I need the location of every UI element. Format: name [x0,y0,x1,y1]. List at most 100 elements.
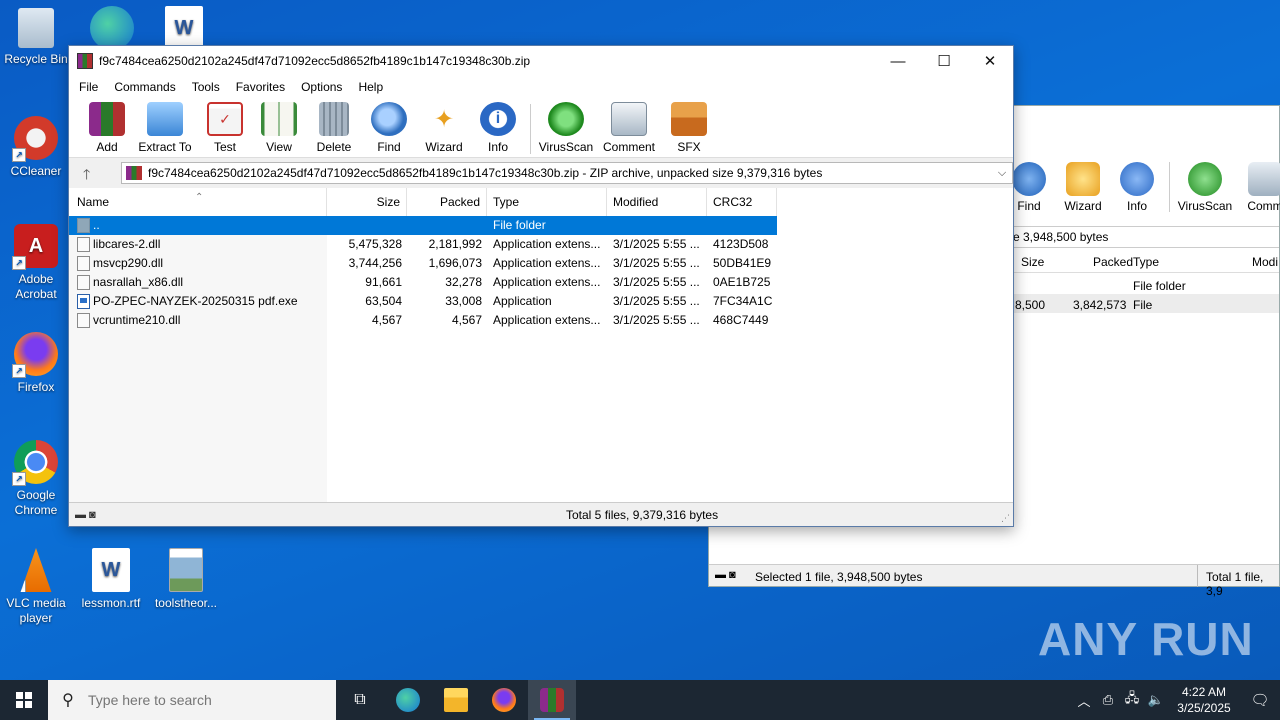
bg-toolbar-label: Find [1017,199,1041,213]
column-header: Name ⌃ Size Packed Type Modified CRC32 [69,188,1013,216]
cell-size: 91,661 [365,275,402,289]
col-crc32[interactable]: CRC32 [707,188,777,216]
extract-to-button[interactable]: Extract To [135,102,195,154]
toolbar-separator [530,104,531,154]
menu-commands[interactable]: Commands [106,80,183,94]
col-name[interactable]: Name ⌃ [69,188,327,216]
desktop-icon-label: lessmon.rtf [81,596,141,610]
archive-path-field[interactable]: f9c7484cea6250d2102a245df47d71092ecc5d86… [121,162,1013,184]
menu-file[interactable]: File [71,80,106,94]
edge-icon [90,6,134,50]
cell-packed: 1,696,073 [428,256,482,270]
cell-packed: 32,278 [445,275,482,289]
col-size[interactable]: Size [327,188,407,216]
maximize-button[interactable]: ☐ [921,46,967,76]
col-modified-label: Modified [613,195,659,209]
desktop-icon-lessmon-rtf[interactable]: W lessmon.rtf [75,548,147,611]
status-bar: ▬ ◙ Total 5 files, 9,379,316 bytes ⋰ [69,502,1013,526]
desktop-icon-ccleaner[interactable]: CCleaner [0,116,72,179]
col-modified[interactable]: Modified [607,188,707,216]
bg-col-modified[interactable]: Modi [1252,255,1278,269]
bg-virusscan-button[interactable]: VirusScan [1175,162,1235,213]
desktop-icon-adobe-acrobat[interactable]: A Adobe Acrobat [0,224,72,302]
desktop-icon-toolstheor[interactable]: toolstheor... [150,548,222,611]
folder-icon [77,218,90,233]
delete-button[interactable]: Delete [304,102,364,154]
desktop-icon-recycle-bin[interactable]: Recycle Bin [0,8,72,67]
desktop-icon-vlc[interactable]: VLC media player [0,548,72,626]
desktop-icon-label: VLC media player [6,596,66,625]
desktop-icon-label: Firefox [17,380,55,394]
cell-name: PO-ZPEC-NAYZEK-20250315 pdf.exe [93,294,298,308]
chevron-up-icon[interactable]: ︿ [1072,691,1096,710]
status-total: Total 5 files, 9,379,316 bytes [566,508,719,522]
winrar-window[interactable]: f9c7484cea6250d2102a245df47d71092ecc5d86… [68,45,1014,527]
menu-favorites[interactable]: Favorites [228,80,293,94]
taskbar-search[interactable]: ⚲ [48,680,336,720]
add-button[interactable]: Add [77,102,137,154]
comment-icon [1248,162,1280,196]
cell-type: Application extens... [493,237,601,251]
menu-tools[interactable]: Tools [184,80,228,94]
notification-icon[interactable]: 🗨 [1240,691,1280,709]
wizard-button[interactable]: ✦ Wizard [414,102,474,155]
bg-info-button[interactable]: Info [1107,162,1167,213]
table-row[interactable]: libcares-2.dll 5,475,328 2,181,992 Appli… [69,235,777,254]
virusscan-bug-icon [548,102,584,136]
close-button[interactable]: ✕ [967,46,1013,76]
comment-button[interactable]: Comment [599,102,659,154]
desktop-icon-firefox[interactable]: Firefox [0,332,72,395]
virusscan-button[interactable]: VirusScan [536,102,596,154]
volume-icon[interactable]: 🔈 [1144,692,1168,708]
cell-name: msvcp290.dll [93,256,164,270]
file-list[interactable]: Name ⌃ Size Packed Type Modified CRC32 ..… [69,188,1013,502]
cell-type: Application extens... [493,275,601,289]
bg-comment-button[interactable]: Comm [1235,162,1280,213]
col-type[interactable]: Type [487,188,607,216]
table-row[interactable]: msvcp290.dll 3,744,256 1,696,073 Applica… [69,254,777,273]
device-icon[interactable]: ⎙ [1096,692,1120,708]
taskbar-winrar[interactable] [528,680,576,720]
test-button[interactable]: ✓ Test [195,102,255,154]
bg-cell-type: File [1133,298,1153,312]
cell-modified: 3/1/2025 5:55 ... [613,237,700,251]
cell-packed: 33,008 [445,294,482,308]
bg-col-type[interactable]: Type [1133,255,1159,269]
table-row[interactable]: nasrallah_x86.dll 91,661 32,278 Applicat… [69,273,777,292]
title-bar[interactable]: f9c7484cea6250d2102a245df47d71092ecc5d86… [69,46,1013,76]
menu-options[interactable]: Options [293,80,350,94]
find-button[interactable]: Find [359,102,419,154]
taskbar-edge[interactable] [384,680,432,720]
menu-help[interactable]: Help [350,80,391,94]
info-button[interactable]: i Info [468,102,528,154]
image-file-icon [169,548,203,592]
bg-col-packed[interactable]: Packed [1093,255,1133,269]
dll-file-icon [77,237,90,252]
taskbar: ⚲ ⧉ ︿ ⎙ 🖧 🔈 4:22 AM 3/25/2025 🗨 [0,680,1280,720]
desktop-icon-google-chrome[interactable]: Google Chrome [0,440,72,518]
table-row[interactable]: .. File folder [69,216,777,235]
resize-grip-icon[interactable]: ⋰ [1001,513,1010,524]
table-row[interactable]: PO-ZPEC-NAYZEK-20250315 pdf.exe 63,504 3… [69,292,777,311]
clock[interactable]: 4:22 AM 3/25/2025 [1168,684,1240,716]
view-button[interactable]: View [249,102,309,154]
start-button[interactable] [0,680,48,720]
search-input[interactable] [88,692,318,708]
up-arrow-icon[interactable]: 🡑 [83,164,90,188]
table-row[interactable]: vcruntime210.dll 4,567 4,567 Application… [69,311,777,330]
minimize-button[interactable]: — [875,46,921,76]
bg-wizard-button[interactable]: Wizard [1053,162,1113,213]
sfx-button[interactable]: SFX [659,102,719,154]
taskbar-file-explorer[interactable] [432,680,480,720]
network-icon[interactable]: 🖧 [1120,689,1144,711]
search-icon: ⚲ [62,692,74,709]
col-packed[interactable]: Packed [407,188,487,216]
bg-toolbar-label: Comm [1247,199,1280,213]
desktop-icon-label: Recycle Bin [4,52,68,66]
chevron-down-icon[interactable]: ⌵ [992,167,1012,180]
sort-ascending-icon: ⌃ [195,192,204,203]
adobe-acrobat-icon: A [12,224,58,270]
task-view-button[interactable]: ⧉ [336,680,384,720]
bg-col-size[interactable]: Size [1021,255,1044,269]
taskbar-firefox[interactable] [480,680,528,720]
